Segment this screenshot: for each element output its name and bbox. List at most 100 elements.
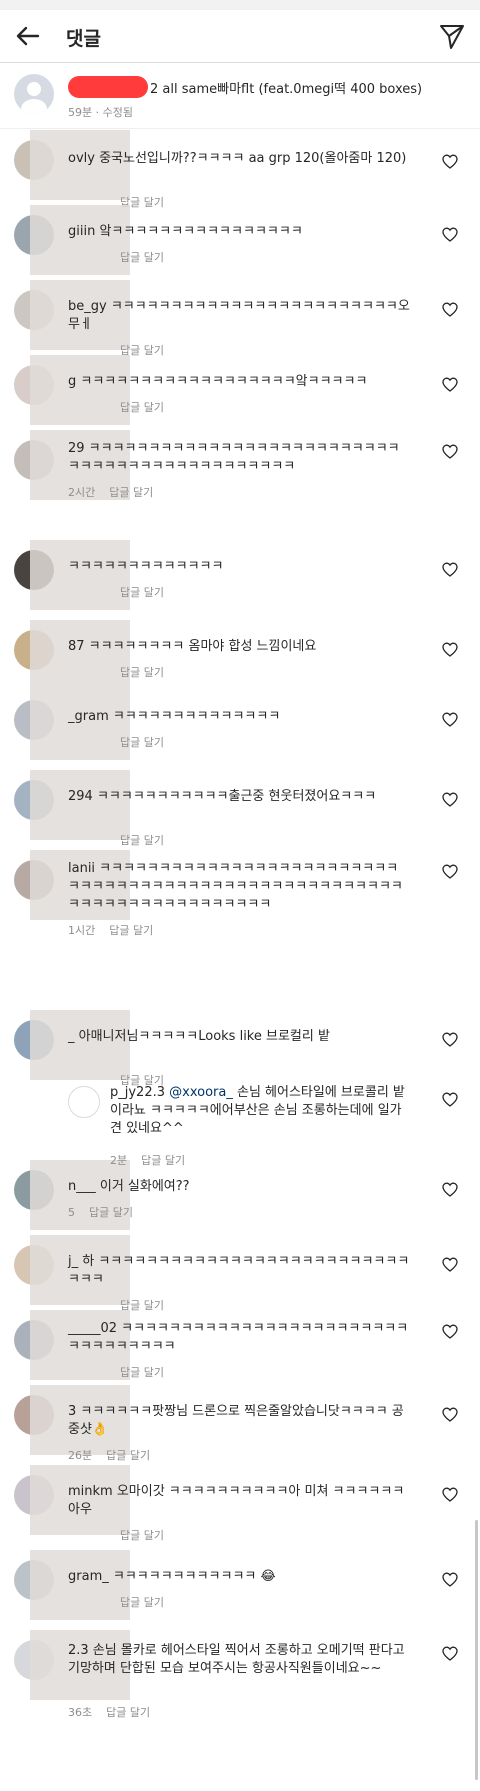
reply-button[interactable]: 답글 달기 [120,1529,164,1542]
comment-meta: 2시간 답글 달기 [68,484,153,500]
reply-button[interactable]: 답글 달기 [120,736,164,749]
comment-item: _____02 ㅋㅋㅋㅋㅋㅋㅋㅋㅋㅋㅋㅋㅋㅋㅋㅋㅋㅋㅋㅋㅋㅋㅋㅋㅋㅋㅋㅋㅋㅋㅋㅋ… [0,1310,480,1382]
reply-button[interactable]: 답글 달기 [109,486,153,499]
comment-item: ovly 중국노선입니까??ㅋㅋㅋㅋ aa grp 120(올아줌마 120) 답… [0,130,480,209]
comment-text: 29 ㅋㅋㅋㅋㅋㅋㅋㅋㅋㅋㅋㅋㅋㅋㅋㅋㅋㅋㅋㅋㅋㅋㅋㅋㅋㅋㅋㅋㅋㅋㅋㅋㅋㅋㅋㅋㅋ… [68,441,400,474]
reply-button[interactable]: 답글 달기 [106,1706,150,1719]
reply-button[interactable]: 답글 달기 [120,666,164,679]
heart-icon[interactable] [442,1324,458,1340]
reply-button[interactable]: 답글 달기 [141,1154,185,1167]
comment-item: giiin 앜ㅋㅋㅋㅋㅋㅋㅋㅋㅋㅋㅋㅋㅋㅋㅋㅋ 답글 달기 [0,205,480,277]
comment-time: 1시간 [68,924,96,937]
heart-icon[interactable] [442,712,458,728]
comment-text: _____02 ㅋㅋㅋㅋㅋㅋㅋㅋㅋㅋㅋㅋㅋㅋㅋㅋㅋㅋㅋㅋㅋㅋㅋㅋㅋㅋㅋㅋㅋㅋㅋㅋ… [68,1321,409,1354]
reply-button[interactable]: 답글 달기 [120,401,164,414]
reply-button[interactable]: 답글 달기 [120,251,164,264]
reply-button[interactable]: 답글 달기 [106,1449,150,1462]
comment-time: 2시간 [68,486,96,499]
comment-item: 29 ㅋㅋㅋㅋㅋㅋㅋㅋㅋㅋㅋㅋㅋㅋㅋㅋㅋㅋㅋㅋㅋㅋㅋㅋㅋㅋㅋㅋㅋㅋㅋㅋㅋㅋㅋㅋㅋ… [0,430,480,502]
post-caption: 2 all same빠마flt (feat.0megi떡 400 boxes) … [0,62,480,129]
comment-item: 2.3 손님 몰카로 헤어스타일 찍어서 조롱하고 오메기떡 판다고 기망하며 … [0,1630,480,1719]
comment-text: n___ 이거 실화에여?? [68,1179,190,1194]
heart-icon[interactable] [442,642,458,658]
comment-text: ㅋㅋㅋㅋㅋㅋㅋㅋㅋㅋㅋㅋㅋ [68,559,224,574]
heart-icon[interactable] [442,1182,458,1198]
reply-button[interactable]: 답글 달기 [120,586,164,599]
comment-meta: 답글 달기 [68,832,164,848]
reply-button[interactable]: 답글 달기 [120,834,164,847]
reply-button[interactable]: 답글 달기 [120,1596,164,1609]
comment-meta: 답글 달기 [68,734,164,750]
comment-time: 36초 [68,1706,93,1719]
comment-meta: 답글 달기 [68,664,164,680]
comment-meta: 답글 달기 [68,1527,164,1543]
comment-text: be_gy ㅋㅋㅋㅋㅋㅋㅋㅋㅋㅋㅋㅋㅋㅋㅋㅋㅋㅋㅋㅋㅋㅋㅋㅋ오무ㅔ [68,299,410,332]
reply-mention[interactable]: @xxoora_ [169,1085,233,1100]
caption-meta: 59분 · 수정됨 [68,106,133,119]
avatar[interactable] [14,74,54,114]
heart-icon[interactable] [442,444,458,460]
heart-icon[interactable] [442,1572,458,1588]
back-arrow-icon[interactable] [14,22,42,50]
heart-icon[interactable] [442,302,458,318]
reply-button[interactable]: 답글 달기 [89,1206,133,1219]
comment-meta: 5 답글 달기 [68,1204,133,1220]
reply-meta: 2분 답글 달기 [110,1152,185,1168]
send-icon[interactable] [438,22,466,50]
scrollbar[interactable] [475,1520,478,1780]
comment-item: be_gy ㅋㅋㅋㅋㅋㅋㅋㅋㅋㅋㅋㅋㅋㅋㅋㅋㅋㅋㅋㅋㅋㅋㅋㅋ오무ㅔ 답글 달기 [0,280,480,357]
comment-time: 26분 [68,1449,93,1462]
comment-meta: 답글 달기 [68,249,164,265]
header: 댓글 [0,10,480,63]
comment-text: lanii ㅋㅋㅋㅋㅋㅋㅋㅋㅋㅋㅋㅋㅋㅋㅋㅋㅋㅋㅋㅋㅋㅋㅋㅋㅋㅋㅋㅋㅋㅋㅋㅋㅋㅋ… [68,861,403,912]
heart-icon[interactable] [442,227,458,243]
heart-icon[interactable] [442,792,458,808]
comment-text: minkm 오마이갓 ㅋㅋㅋㅋㅋㅋㅋㅋㅋㅋ아 미쳐 ㅋㅋㅋㅋㅋㅋ아우 [68,1484,405,1517]
comment-text: 2.3 손님 몰카로 헤어스타일 찍어서 조롱하고 오메기떡 판다고 기망하며 … [68,1643,405,1676]
comment-item: 87 ㅋㅋㅋㅋㅋㅋㅋㅋ 옴마야 합성 느낌이네요 답글 달기 [0,620,480,692]
reply-button[interactable]: 답글 달기 [109,924,153,937]
comment-text: 294 ㅋㅋㅋㅋㅋㅋㅋㅋㅋㅋㅋ출근중 현웃터졌어요ㅋㅋㅋ [68,789,377,804]
comment-text: giiin 앜ㅋㅋㅋㅋㅋㅋㅋㅋㅋㅋㅋㅋㅋㅋㅋㅋ [68,224,303,239]
heart-icon[interactable] [442,864,458,880]
reply-text: p_jy22.3 @xxoora_ 손님 헤어스타일에 브로콜리 밭이라뇨 ㅋㅋ… [110,1084,410,1138]
comment-item: g ㅋㅋㅋㅋㅋㅋㅋㅋㅋㅋㅋㅋㅋㅋㅋㅋㅋㅋ앜ㅋㅋㅋㅋㅋ 답글 달기 [0,355,480,427]
comment-text: 3 ㅋㅋㅋㅋㅋㅋ팟짱님 드론으로 찍은줄알았습니닷ㅋㅋㅋㅋ 공중샷👌 [68,1404,404,1437]
comment-item: j_ 하 ㅋㅋㅋㅋㅋㅋㅋㅋㅋㅋㅋㅋㅋㅋㅋㅋㅋㅋㅋㅋㅋㅋㅋㅋㅋㅋㅋㅋㅋ 답글 달기 [0,1235,480,1312]
heart-icon[interactable] [442,377,458,393]
comment-item: ㅋㅋㅋㅋㅋㅋㅋㅋㅋㅋㅋㅋㅋ 답글 달기 [0,540,480,612]
comment-meta: 1시간 답글 달기 [68,922,153,938]
comment-text: _gram ㅋㅋㅋㅋㅋㅋㅋㅋㅋㅋㅋㅋㅋㅋ [68,709,281,724]
comment-item: gram_ ㅋㅋㅋㅋㅋㅋㅋㅋㅋㅋㅋㅋ 😂 답글 달기 [0,1550,480,1622]
comment-text: ovly 중국노선입니까??ㅋㅋㅋㅋ aa grp 120(올아줌마 120) [68,151,407,166]
heart-icon[interactable] [442,154,458,170]
reply-item: p_jy22.3 @xxoora_ 손님 헤어스타일에 브로콜리 밭이라뇨 ㅋㅋ… [0,1080,480,1167]
heart-icon[interactable] [442,1257,458,1273]
heart-icon[interactable] [442,562,458,578]
comment-item: minkm 오마이갓 ㅋㅋㅋㅋㅋㅋㅋㅋㅋㅋ아 미쳐 ㅋㅋㅋㅋㅋㅋ아우답글 달기 [0,1465,480,1542]
comment-meta: 답글 달기 [68,399,164,415]
comment-text: g ㅋㅋㅋㅋㅋㅋㅋㅋㅋㅋㅋㅋㅋㅋㅋㅋㅋㅋ앜ㅋㅋㅋㅋㅋ [68,374,368,389]
comment-meta: 답글 달기 [68,584,164,600]
comment-text: j_ 하 ㅋㅋㅋㅋㅋㅋㅋㅋㅋㅋㅋㅋㅋㅋㅋㅋㅋㅋㅋㅋㅋㅋㅋㅋㅋㅋㅋㅋㅋ [68,1254,410,1287]
comment-item: 294 ㅋㅋㅋㅋㅋㅋㅋㅋㅋㅋㅋ출근중 현웃터졌어요ㅋㅋㅋ 답글 달기 [0,770,480,847]
heart-icon[interactable] [442,1487,458,1503]
avatar[interactable] [68,1086,100,1118]
reply-author[interactable]: p_jy22.3 [110,1085,169,1100]
comment-meta: 36초 답글 달기 [68,1704,150,1720]
comment-item: n___ 이거 실화에여?? 5 답글 달기 [0,1160,480,1232]
comment-meta: 답글 달기 [68,1364,164,1380]
comment-item: lanii ㅋㅋㅋㅋㅋㅋㅋㅋㅋㅋㅋㅋㅋㅋㅋㅋㅋㅋㅋㅋㅋㅋㅋㅋㅋㅋㅋㅋㅋㅋㅋㅋㅋㅋ… [0,850,480,937]
reply-time: 2분 [110,1154,128,1167]
caption-text: 2 all same빠마flt (feat.0megi떡 400 boxes) [150,82,423,97]
heart-icon[interactable] [442,1407,458,1423]
comment-meta: 26분 답글 달기 [68,1447,150,1463]
redacted-username [68,76,148,98]
comment-item: _gram ㅋㅋㅋㅋㅋㅋㅋㅋㅋㅋㅋㅋㅋㅋ 답글 달기 [0,690,480,762]
heart-icon[interactable] [442,1092,458,1108]
status-bar [0,0,480,10]
heart-icon[interactable] [442,1646,458,1662]
reply-button[interactable]: 답글 달기 [120,1366,164,1379]
comment-item: _ 아매니저님ㅋㅋㅋㅋㅋLooks like 브로컬리 밭 답글 달기 [0,1010,480,1087]
heart-icon[interactable] [442,1032,458,1048]
